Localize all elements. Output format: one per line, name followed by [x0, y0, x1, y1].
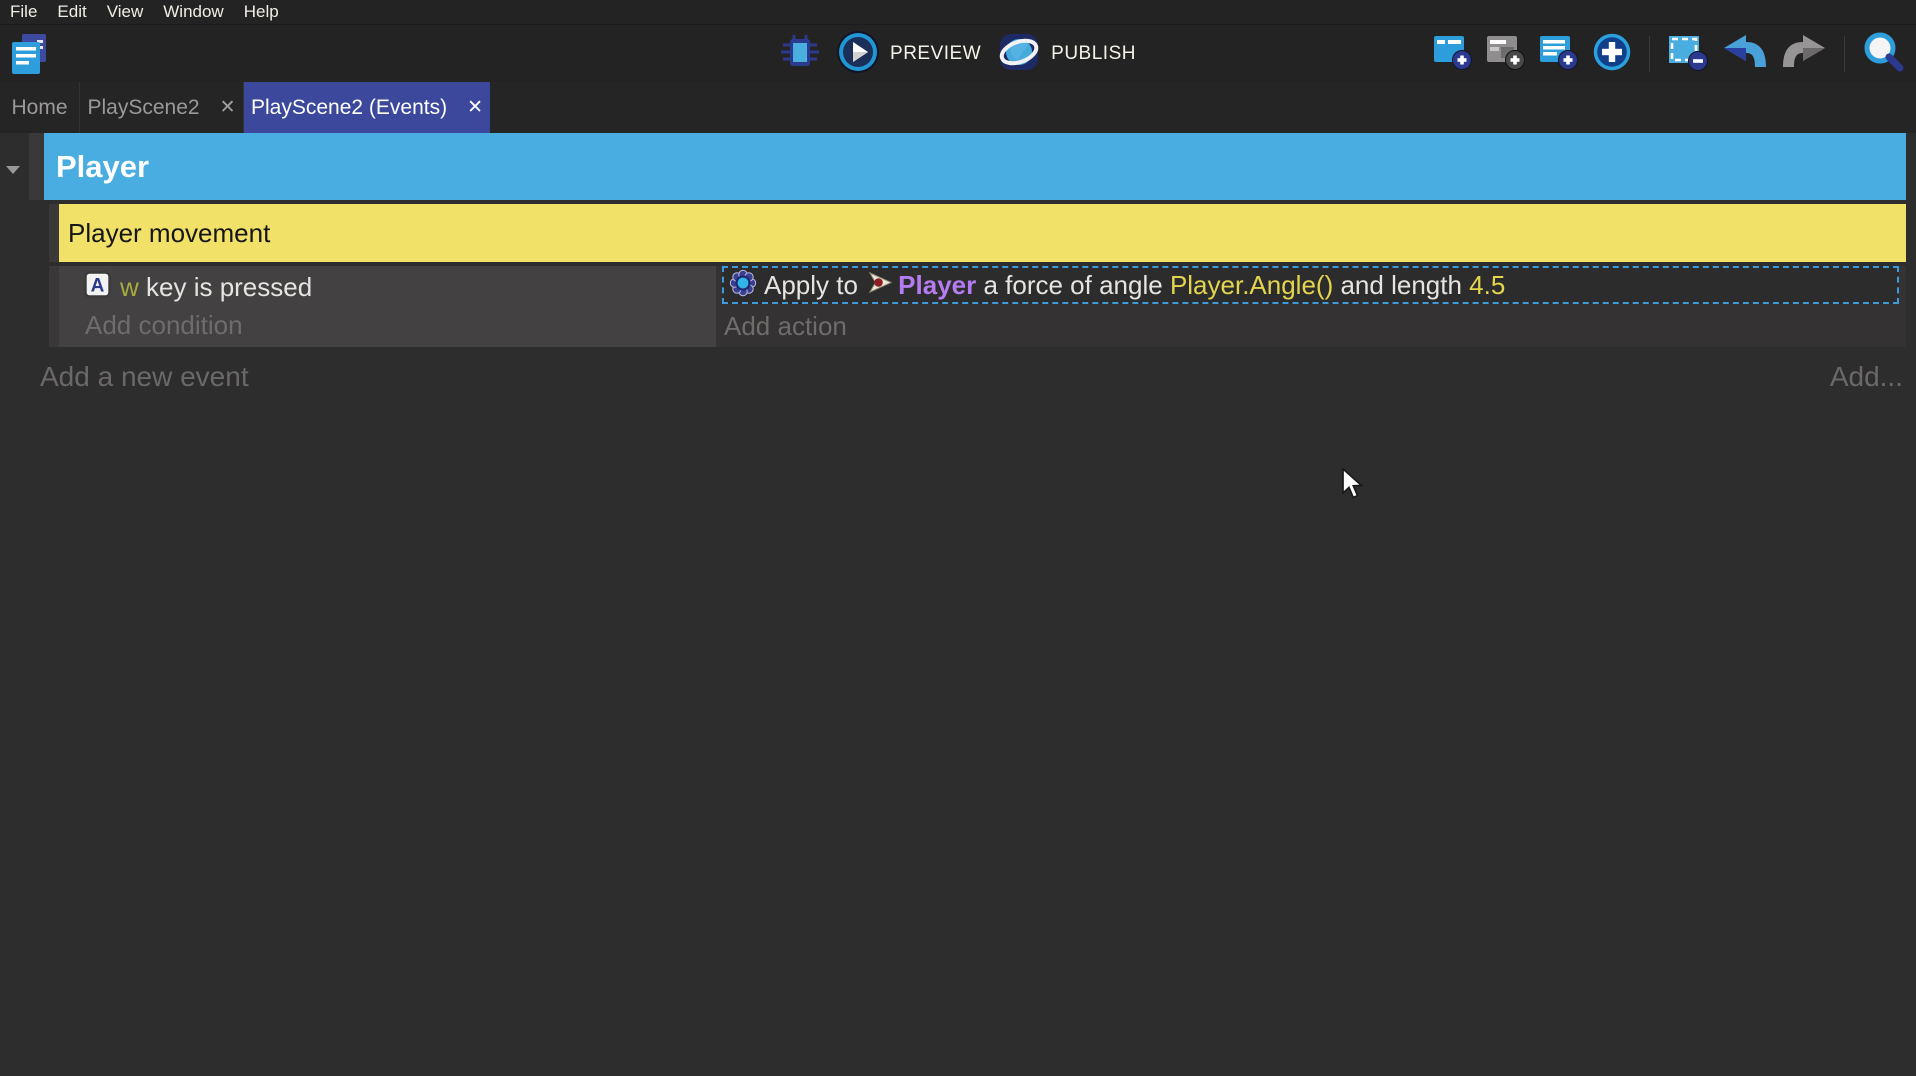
- add-circle-icon: [1592, 32, 1632, 77]
- keyboard-key-icon: A: [84, 271, 111, 303]
- add-circle-button[interactable]: [1592, 32, 1632, 77]
- undo-button[interactable]: [1722, 33, 1768, 76]
- tab-label: PlayScene2: [88, 96, 200, 120]
- add-subevent-button[interactable]: [1486, 33, 1526, 76]
- add-new-event-button[interactable]: Add a new event: [40, 361, 249, 393]
- action-text-prefix: Apply to: [764, 270, 865, 301]
- menu-view[interactable]: View: [97, 0, 154, 24]
- deselect-icon: [1667, 33, 1709, 76]
- tab-label: Home: [11, 96, 67, 120]
- preview-play-icon: [836, 30, 880, 79]
- action-text-middle: a force of angle: [976, 270, 1170, 301]
- group-drag-handle[interactable]: [29, 133, 44, 200]
- toolbar-separator: [1844, 36, 1845, 72]
- conditions-cell: A w key is pressed Add condition: [59, 266, 716, 347]
- menu-bar: File Edit View Window Help: [0, 0, 1916, 24]
- condition-text: w key is pressed: [120, 272, 312, 303]
- action-object-name: Player: [898, 270, 976, 301]
- action-apply-force-selected[interactable]: Apply to Player a force of angle Player.…: [722, 266, 1899, 304]
- undo-arrow-icon: [1722, 33, 1768, 76]
- add-action-button[interactable]: Add action: [724, 311, 847, 342]
- toolbar-center: PREVIEW PUBLISH: [780, 25, 1136, 83]
- event-drag-handle[interactable]: [49, 266, 59, 347]
- debug-button[interactable]: [780, 32, 820, 77]
- add-comment-button[interactable]: [1539, 33, 1579, 76]
- search-button[interactable]: [1862, 31, 1904, 78]
- add-comment-icon: [1539, 33, 1579, 76]
- condition-key-value: w: [120, 272, 139, 302]
- action-length-value: 4.5: [1469, 270, 1505, 301]
- physics-force-icon: [729, 269, 757, 302]
- toolbar-right: [1433, 25, 1904, 83]
- actions-cell: Apply to Player a force of angle Player.…: [716, 266, 1906, 347]
- debug-bug-icon: [780, 32, 820, 77]
- close-icon[interactable]: ✕: [220, 96, 236, 119]
- comment-row[interactable]: Player movement: [59, 204, 1906, 262]
- comment-drag-handle[interactable]: [49, 204, 59, 262]
- deselect-button[interactable]: [1667, 33, 1709, 76]
- menu-window[interactable]: Window: [153, 0, 233, 24]
- tab-label: PlayScene2 (Events): [251, 96, 447, 120]
- player-object-icon: [868, 271, 893, 299]
- menu-file[interactable]: File: [0, 0, 47, 24]
- add-more-button[interactable]: Add...: [1830, 361, 1903, 393]
- tab-home[interactable]: Home: [0, 82, 80, 133]
- tab-bar: Home PlayScene2 ✕ PlayScene2 (Events) ✕: [0, 82, 1916, 133]
- publish-button[interactable]: PUBLISH: [997, 30, 1136, 79]
- add-event-icon: [1433, 33, 1473, 76]
- toolbar: PREVIEW PUBLISH: [0, 24, 1916, 82]
- toolbar-separator: [1649, 36, 1650, 72]
- preview-button[interactable]: PREVIEW: [836, 30, 981, 79]
- events-sheet-icon: [10, 32, 48, 76]
- close-icon[interactable]: ✕: [467, 96, 483, 119]
- tab-playscene2-events[interactable]: PlayScene2 (Events) ✕: [244, 82, 490, 133]
- event-group-header[interactable]: Player: [44, 133, 1906, 200]
- preview-label: PREVIEW: [890, 43, 981, 65]
- action-angle-expression: Player.Angle(): [1170, 270, 1333, 301]
- action-text-length: and length: [1333, 270, 1469, 301]
- svg-text:A: A: [91, 276, 105, 297]
- redo-button[interactable]: [1781, 33, 1827, 76]
- publish-globe-icon: [997, 30, 1041, 79]
- add-event-button[interactable]: [1433, 33, 1473, 76]
- publish-label: PUBLISH: [1051, 43, 1136, 65]
- collapse-group-arrow-icon[interactable]: [6, 166, 20, 174]
- add-condition-button[interactable]: Add condition: [85, 310, 243, 341]
- search-icon: [1862, 31, 1904, 78]
- redo-arrow-icon: [1781, 33, 1827, 76]
- menu-help[interactable]: Help: [234, 0, 289, 24]
- comment-text: Player movement: [68, 218, 270, 249]
- menu-edit[interactable]: Edit: [47, 0, 96, 24]
- mouse-cursor: [1340, 468, 1366, 505]
- condition-key-pressed[interactable]: A w key is pressed: [84, 271, 312, 303]
- add-subevent-icon: [1486, 33, 1526, 76]
- tab-playscene2[interactable]: PlayScene2 ✕: [80, 82, 244, 133]
- group-title: Player: [56, 149, 149, 185]
